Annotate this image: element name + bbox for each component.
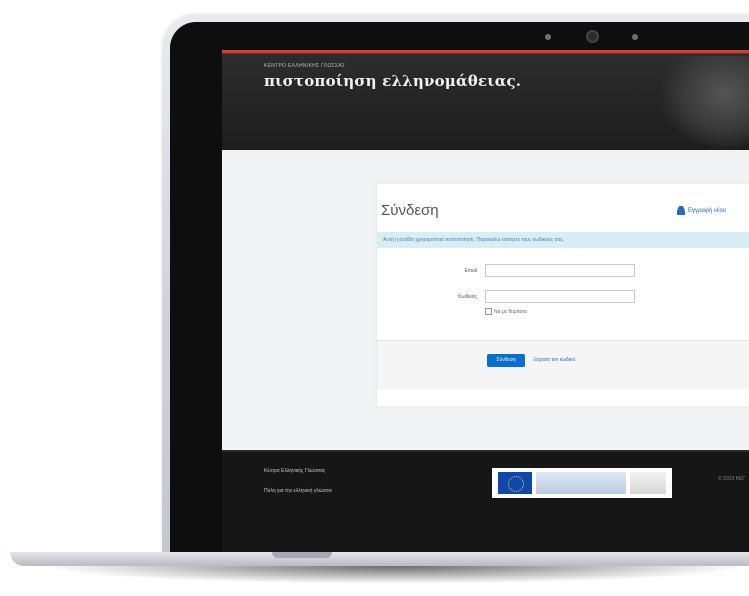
forgot-password-link[interactable]: Ξέχασα τον κωδικό [533,357,575,363]
camera-icon [588,32,597,41]
login-card: Σύνδεση Εγγραφή νέου Αυτή η σελίδα χρησι… [377,184,749,406]
remember-label: Να με θυμάσαι [494,308,527,315]
email-field[interactable] [485,264,635,277]
user-add-icon [677,206,685,215]
espa-logo [630,472,666,494]
remember-me-checkbox[interactable]: Να με θυμάσαι [485,308,527,315]
laptop-shadow [40,566,749,584]
footer-link-keg[interactable]: Κέντρο Ελληνικής Γλώσσας [264,468,325,474]
checkbox-icon [485,308,492,315]
site-header: ΚΕΝΤΡΟ ΕΛΛΗΝΙΚΗΣ ΓΛΩΣΣΑΣ πιστοποίηση ελλ… [222,50,749,150]
password-label: Κωδικός [458,294,477,300]
site-subtitle: ΚΕΝΤΡΟ ΕΛΛΗΝΙΚΗΣ ΓΛΩΣΣΑΣ [264,63,346,69]
main-content: Σύνδεση Εγγραφή νέου Αυτή η σελίδα χρησι… [222,150,749,450]
laptop-notch [272,552,332,558]
register-label: Εγγραφή νέου [688,208,727,215]
laptop-screen: ΚΕΝΤΡΟ ΕΛΛΗΝΙΚΗΣ ΓΛΩΣΣΑΣ πιστοποίηση ελλ… [222,50,749,554]
form-actions: Σύνδεση Ξέχασα τον κωδικό [377,340,749,389]
laptop-base [10,552,749,566]
sensor-dot-left [545,34,551,40]
sensor-dot-right [632,34,638,40]
site-footer: Κέντρο Ελληνικής Γλώσσας Πύλη για την ελ… [222,450,749,554]
register-link[interactable]: Εγγραφή νέου [677,206,726,215]
login-button[interactable]: Σύνδεση [487,354,525,367]
ministry-logo [536,472,626,494]
copyright: © 2013 ΚΕΓ [717,476,745,482]
partner-logos [492,468,672,498]
footer-link-portal[interactable]: Πύλη για την ελληνική γλώσσα [264,488,332,494]
info-alert: Αυτή η σελίδα χρησιμοποιεί πιστοποίηση. … [377,232,749,248]
password-field[interactable] [485,290,635,303]
email-label: Email [464,268,477,274]
login-title: Σύνδεση [381,202,439,219]
world-map-icon [659,56,749,150]
eu-flag-icon [498,472,532,494]
site-brand[interactable]: πιστοποίηση ελληνομάθειας. [264,72,521,90]
